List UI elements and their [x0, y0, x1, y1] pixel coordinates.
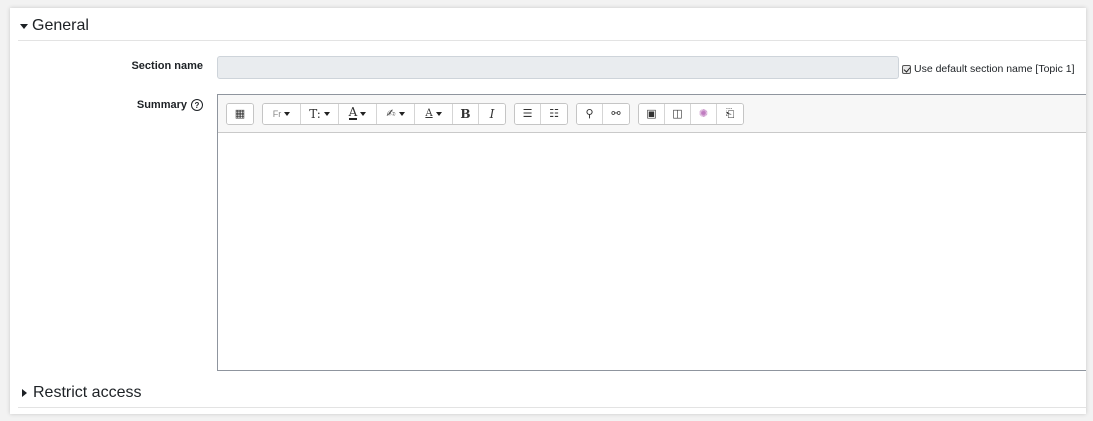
- chevron-down-icon: [435, 111, 442, 116]
- restrict-access-title: Restrict access: [33, 384, 142, 401]
- summary-content-area[interactable]: [218, 133, 1086, 371]
- unordered-list-icon[interactable]: ☰: [515, 103, 541, 124]
- caret-down-icon: [20, 23, 28, 29]
- section-divider: [18, 40, 1086, 41]
- manage-files-icon[interactable]: ⎗: [717, 103, 743, 124]
- italic-button[interactable]: I: [479, 103, 505, 124]
- toolbar-group-expand: ▦: [226, 102, 254, 125]
- font-color-button[interactable]: A: [339, 103, 377, 124]
- chevron-down-icon: [360, 111, 367, 116]
- unlink-icon[interactable]: ⚯: [603, 103, 629, 124]
- chevron-down-icon: [398, 111, 405, 116]
- background-color-button[interactable]: ✍: [377, 103, 415, 124]
- text-style-button[interactable]: A: [415, 103, 453, 124]
- section-divider: [18, 407, 1086, 408]
- toolbar-group-insert: ▣ ◫ ✺ ⎗: [638, 102, 744, 125]
- use-default-name-checkbox[interactable]: [902, 64, 911, 74]
- summary-editor: ▦ Fr T: A ✍ A B I ☰ ☷ ⚲ ⚯ ▣ ◫ ✺ ⎗: [217, 94, 1086, 371]
- ordered-list-icon[interactable]: ☷: [541, 103, 567, 124]
- toolbar-group-links: ⚲ ⚯: [576, 102, 630, 125]
- bold-button[interactable]: B: [453, 103, 479, 124]
- general-section-title: General: [32, 17, 89, 34]
- chevron-down-icon: [323, 111, 330, 116]
- question-circle-icon[interactable]: ?: [191, 99, 203, 112]
- form-card: General Section name Use default section…: [10, 8, 1086, 414]
- font-size-button[interactable]: T:: [301, 103, 339, 124]
- media-icon[interactable]: ◫: [665, 103, 691, 124]
- summary-label: Summary: [136, 99, 187, 111]
- image-icon[interactable]: ▣: [639, 103, 665, 124]
- toolbar-group-lists: ☰ ☷: [514, 102, 568, 125]
- general-section-toggle[interactable]: General: [20, 15, 89, 37]
- link-icon[interactable]: ⚲: [577, 103, 603, 124]
- summary-label-row: Summary?: [90, 99, 203, 112]
- restrict-access-toggle[interactable]: Restrict access: [20, 382, 141, 404]
- section-name-label: Section name: [131, 60, 203, 72]
- use-default-name-label: Use default section name [Topic 1]: [914, 63, 1075, 75]
- editor-toolbar: ▦ Fr T: A ✍ A B I ☰ ☷ ⚲ ⚯ ▣ ◫ ✺ ⎗: [218, 95, 1086, 133]
- caret-right-icon: [22, 389, 27, 397]
- h5p-icon[interactable]: ✺: [691, 103, 717, 124]
- show-more-buttons-icon[interactable]: ▦: [227, 103, 253, 124]
- use-default-name-option[interactable]: Use default section name [Topic 1]: [902, 63, 1075, 75]
- chevron-down-icon: [284, 111, 291, 116]
- toolbar-group-style: Fr T: A ✍ A B I: [262, 102, 506, 125]
- section-name-input[interactable]: [217, 56, 899, 79]
- font-family-button[interactable]: Fr: [263, 103, 301, 124]
